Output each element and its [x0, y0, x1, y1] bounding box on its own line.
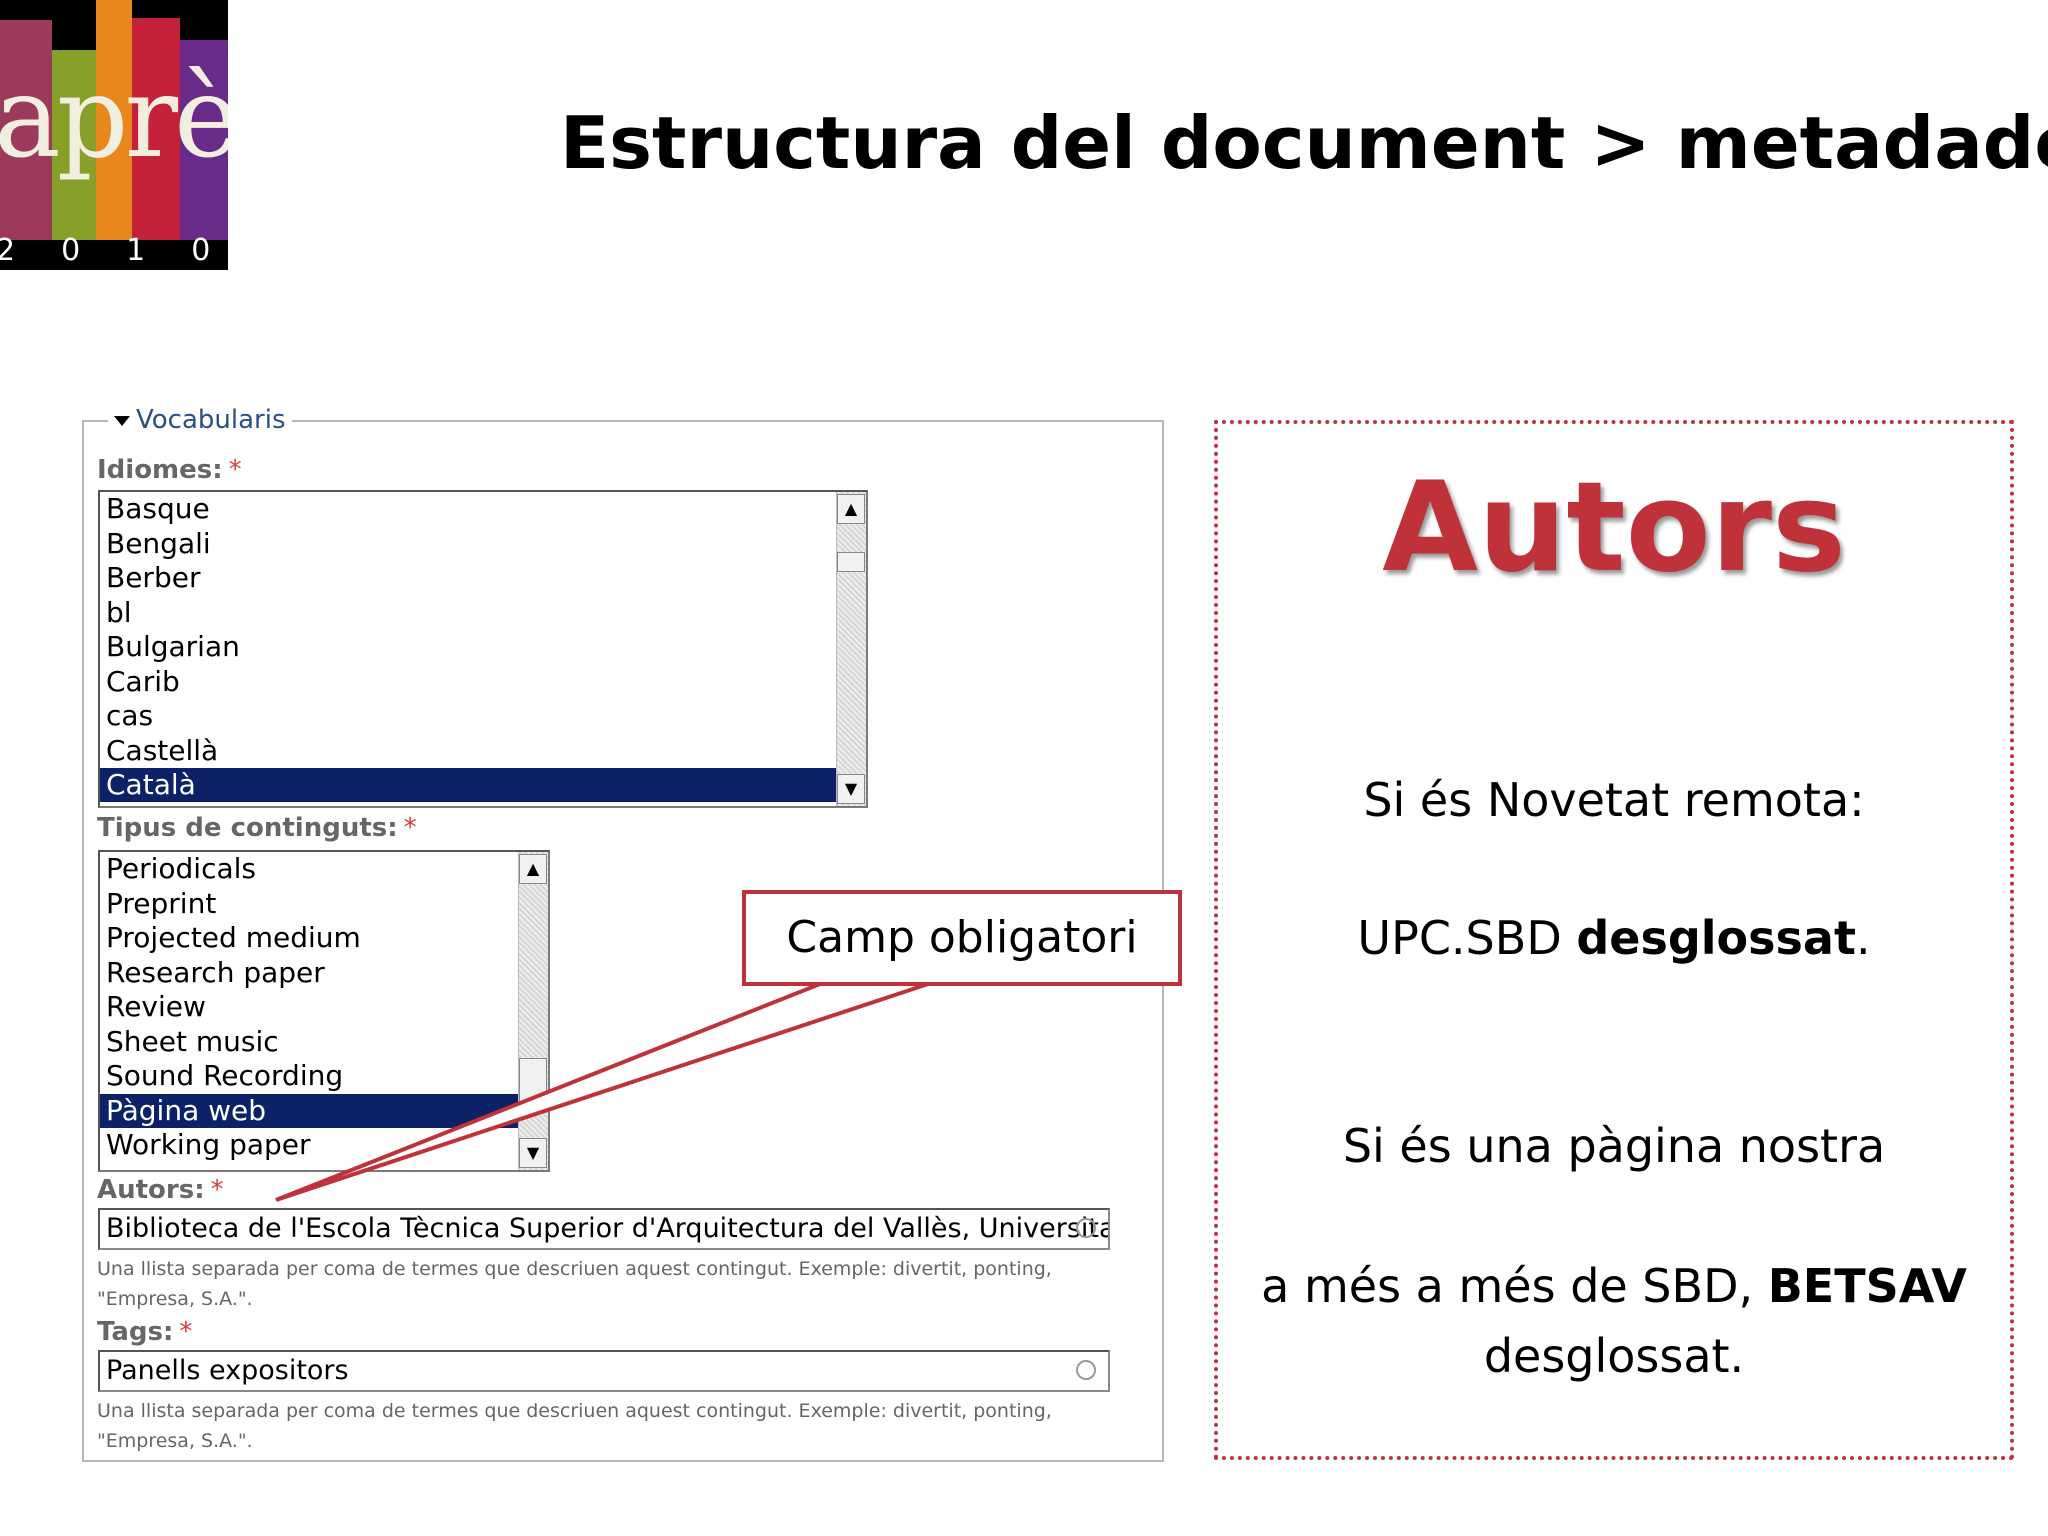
callout-pointer-shape [275, 982, 929, 1202]
info-line-2: UPC.SBD desglossat. [1357, 911, 1871, 965]
callout-box: Camp obligatori [742, 890, 1182, 986]
info-title: Autors [1382, 456, 1846, 600]
info-line-3: Si és una pàgina nostra [1342, 1119, 1886, 1173]
info-line-5: desglossat. [1483, 1329, 1745, 1383]
info-line-1: Si és Novetat remota: [1363, 773, 1865, 827]
info-line-4: a més a més de SBD, BETSAV [1261, 1259, 1967, 1313]
